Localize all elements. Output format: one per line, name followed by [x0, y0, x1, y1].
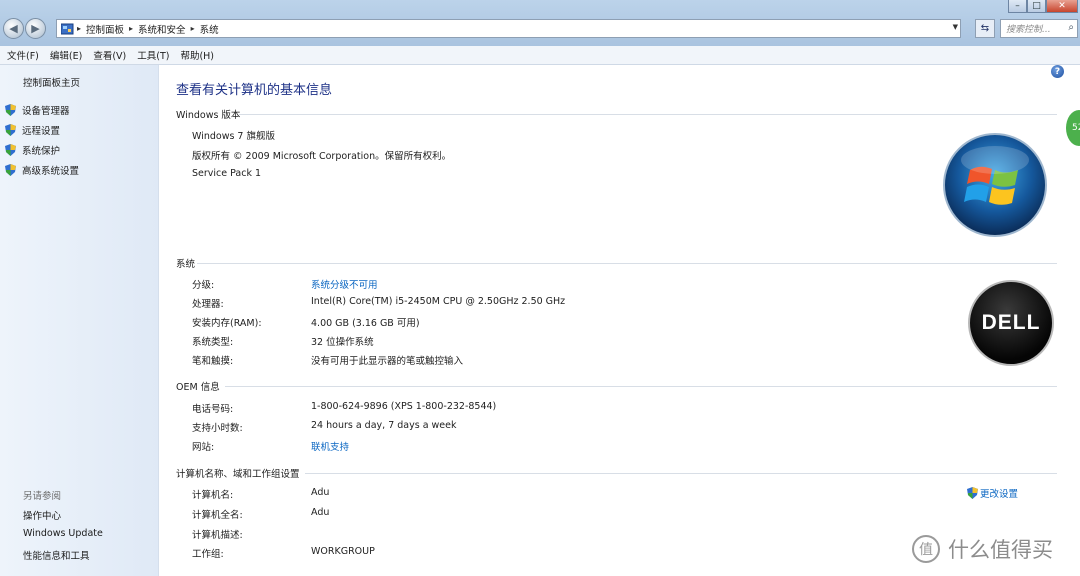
section-oem: OEM 信息 — [176, 382, 220, 393]
dell-logo-icon: DELL — [968, 280, 1054, 366]
section-divider — [239, 114, 1057, 115]
task-label: 远程设置 — [22, 126, 61, 137]
value-full-name: Adu — [311, 507, 330, 518]
value-ram: 4.00 GB (3.16 GB 可用) — [311, 318, 420, 329]
task-remote-settings[interactable]: 远程设置 — [5, 123, 60, 137]
value-support-hours: 24 hours a day, 7 days a week — [311, 420, 457, 431]
refresh-button[interactable]: ⇆ — [975, 19, 995, 38]
control-panel-icon — [61, 23, 74, 34]
task-label: 设备管理器 — [22, 106, 70, 117]
maximize-button[interactable]: □ — [1027, 0, 1046, 13]
shield-icon — [5, 164, 16, 176]
link-windows-update[interactable]: Windows Update — [23, 528, 103, 539]
section-divider — [305, 473, 1057, 474]
windows-logo-icon — [943, 133, 1047, 237]
forward-button[interactable]: ▶ — [25, 18, 46, 39]
see-also-heading: 另请参阅 — [23, 491, 62, 502]
menu-tools[interactable]: 工具(T) — [137, 48, 169, 62]
value-pen-touch: 没有可用于此显示器的笔或触控输入 — [311, 356, 464, 367]
help-icon[interactable]: ? — [1051, 65, 1064, 78]
rating-link[interactable]: 系统分级不可用 — [311, 277, 378, 291]
search-placeholder: 搜索控制... — [1006, 25, 1051, 35]
label-system-type: 系统类型: — [192, 337, 234, 348]
breadcrumb-separator: ▸ — [129, 24, 134, 33]
page-title: 查看有关计算机的基本信息 — [176, 83, 333, 98]
shield-icon — [5, 124, 16, 136]
chevron-down-icon[interactable]: ▼ — [953, 23, 958, 31]
label-support-hours: 支持小时数: — [192, 423, 243, 434]
breadcrumb-system-security[interactable]: 系统和安全 — [138, 22, 186, 36]
service-pack: Service Pack 1 — [192, 168, 262, 179]
label-website: 网站: — [192, 442, 215, 453]
menu-view[interactable]: 查看(V) — [93, 48, 126, 62]
value-workgroup: WORKGROUP — [311, 546, 375, 557]
copyright-text: 版权所有 © 2009 Microsoft Corporation。保留所有权利… — [192, 151, 452, 162]
label-description: 计算机描述: — [192, 530, 243, 541]
shield-icon — [967, 487, 978, 499]
label-full-name: 计算机全名: — [192, 510, 243, 521]
label-pen-touch: 笔和触摸: — [192, 356, 234, 367]
label-rating: 分级: — [192, 280, 215, 291]
back-button[interactable]: ◀ — [3, 18, 24, 39]
menu-edit[interactable]: 编辑(E) — [50, 48, 82, 62]
breadcrumb-separator: ▸ — [190, 24, 195, 33]
close-button[interactable]: ✕ — [1046, 0, 1078, 13]
value-computer-name: Adu — [311, 487, 330, 498]
task-device-manager[interactable]: 设备管理器 — [5, 103, 70, 117]
dell-logo-text: DELL — [981, 311, 1041, 334]
refresh-icon: ⇆ — [980, 23, 990, 34]
window-controls: – □ ✕ — [1008, 0, 1078, 13]
label-ram: 安装内存(RAM): — [192, 318, 262, 329]
search-icon[interactable]: ⌕ — [1068, 22, 1074, 33]
task-label: 高级系统设置 — [22, 166, 80, 177]
minimize-button[interactable]: – — [1008, 0, 1027, 13]
breadcrumb-separator: ▸ — [77, 24, 82, 33]
breadcrumb-system[interactable]: 系统 — [200, 22, 219, 36]
back-arrow-icon: ◀ — [9, 22, 18, 35]
menu-file[interactable]: 文件(F) — [7, 48, 39, 62]
online-support-link[interactable]: 联机支持 — [311, 439, 349, 453]
label-phone: 电话号码: — [192, 404, 234, 415]
section-divider — [197, 263, 1057, 264]
section-system: 系统 — [176, 259, 196, 270]
link-performance-tools[interactable]: 性能信息和工具 — [23, 548, 90, 562]
change-settings-label: 更改设置 — [980, 489, 1019, 500]
watermark-text: 什么值得买 — [948, 538, 1053, 562]
left-task-pane: 控制面板主页 设备管理器 远程设置 系统保护 高级系统设置 另请参阅 操作中心 … — [0, 65, 159, 576]
menu-bar: 文件(F) 编辑(E) 查看(V) 工具(T) 帮助(H) — [0, 46, 1080, 65]
watermark-logo-icon: 值 — [912, 535, 940, 563]
section-windows-edition: Windows 版本 — [176, 110, 241, 121]
control-panel-home-link[interactable]: 控制面板主页 — [23, 75, 80, 89]
forward-arrow-icon: ▶ — [31, 22, 40, 35]
task-label: 系统保护 — [22, 146, 61, 157]
value-processor: Intel(R) Core(TM) i5-2450M CPU @ 2.50GHz… — [311, 296, 566, 307]
shield-icon — [5, 104, 16, 116]
menu-help[interactable]: 帮助(H) — [180, 48, 214, 62]
address-bar[interactable]: ▸ 控制面板 ▸ 系统和安全 ▸ 系统 ▼ — [56, 19, 961, 38]
label-workgroup: 工作组: — [192, 549, 224, 560]
link-action-center[interactable]: 操作中心 — [23, 508, 61, 522]
watermark: 值 什么值得买 — [912, 534, 1053, 564]
section-computer-name: 计算机名称、域和工作组设置 — [176, 469, 300, 480]
label-processor: 处理器: — [192, 299, 224, 310]
side-badge-text: 52 — [1072, 123, 1080, 133]
main-content: ? 查看有关计算机的基本信息 Windows 版本 Windows 7 旗舰版 … — [159, 65, 1080, 576]
value-system-type: 32 位操作系统 — [311, 337, 374, 348]
window-titlebar: – □ ✕ ◀ ▶ ▸ 控制面板 ▸ 系统和安全 ▸ 系统 ▼ ⇆ 搜索控制..… — [0, 0, 1080, 46]
change-settings-button[interactable]: 更改设置 — [967, 486, 1018, 500]
breadcrumb-control-panel[interactable]: 控制面板 — [86, 22, 124, 36]
watermark-glyph: 值 — [919, 542, 933, 558]
search-input[interactable]: 搜索控制... ⌕ — [1000, 19, 1078, 38]
edition-name: Windows 7 旗舰版 — [192, 131, 275, 142]
section-divider — [225, 386, 1057, 387]
task-advanced-settings[interactable]: 高级系统设置 — [5, 163, 79, 177]
task-system-protection[interactable]: 系统保护 — [5, 143, 60, 157]
value-phone: 1-800-624-9896 (XPS 1-800-232-8544) — [311, 401, 497, 412]
label-computer-name: 计算机名: — [192, 490, 234, 501]
shield-icon — [5, 144, 16, 156]
